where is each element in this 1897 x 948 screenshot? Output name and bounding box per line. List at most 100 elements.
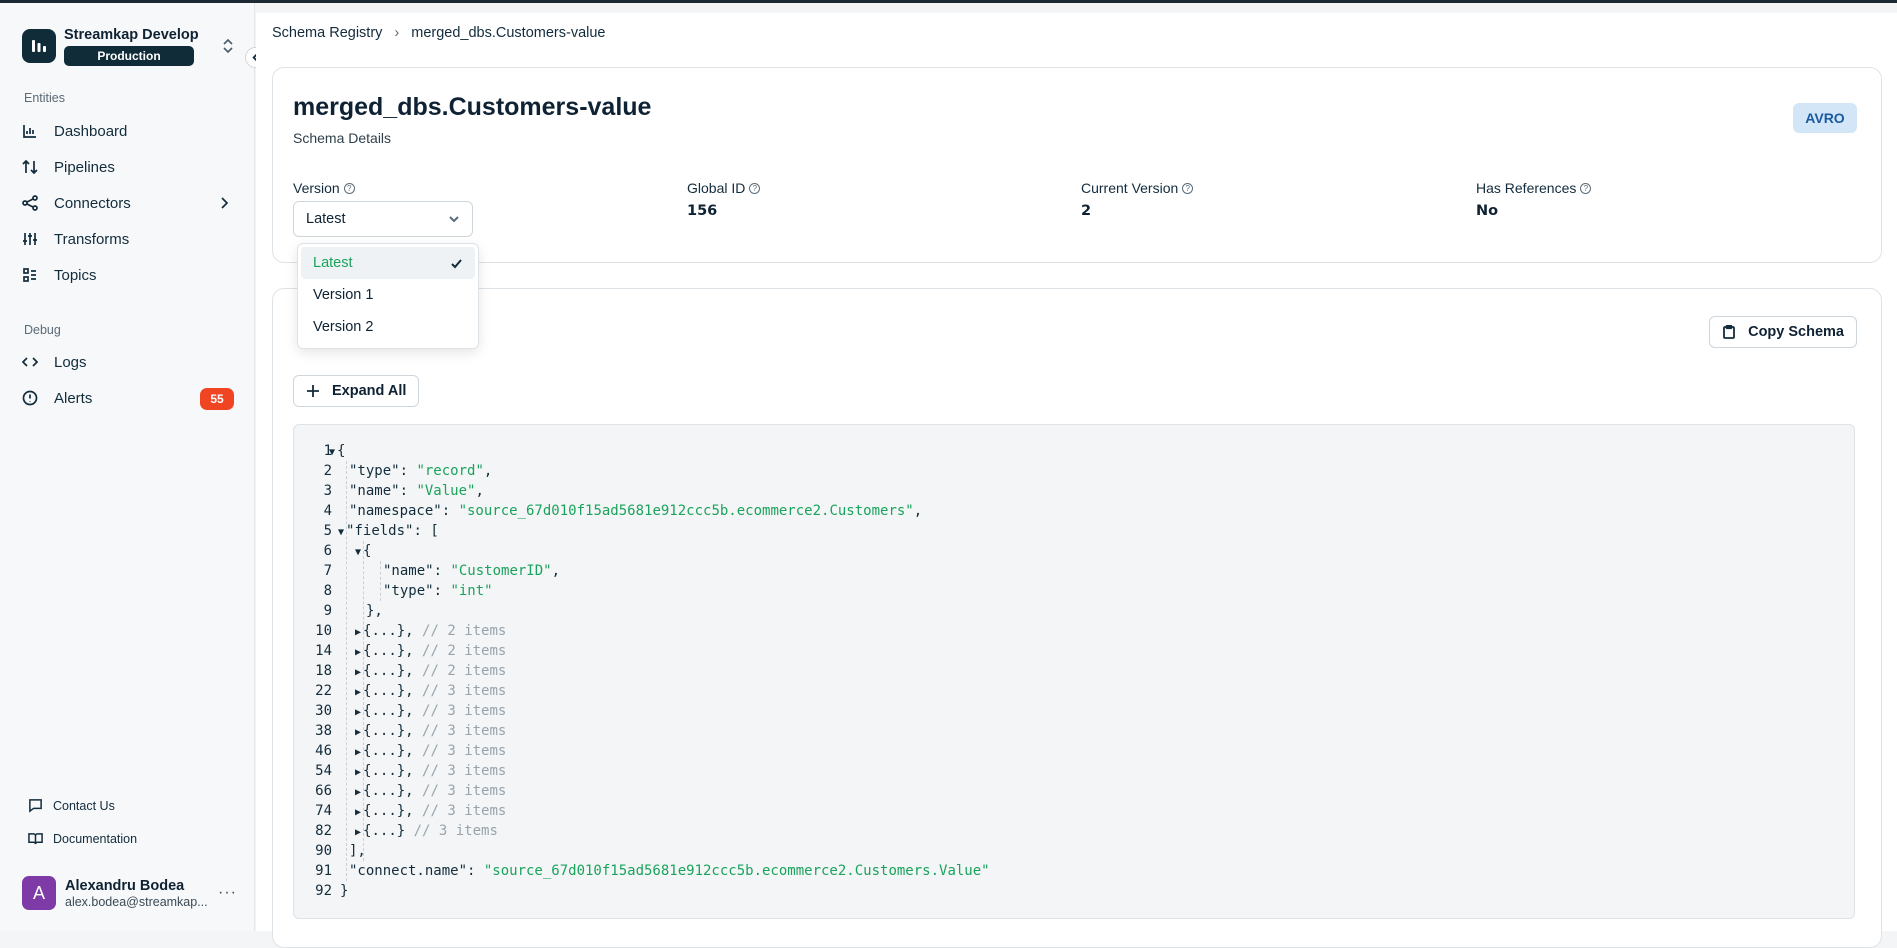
sidebar-item-dashboard[interactable]: Dashboard (22, 117, 234, 145)
main-content: Schema Registry › merged_dbs.Customers-v… (256, 13, 1897, 948)
code-line: 6 ▼{ (294, 541, 1854, 561)
chevrons-updown-icon[interactable] (221, 38, 237, 54)
collapse-triangle-icon[interactable]: ▼ (329, 447, 335, 458)
sidebar-item-topics[interactable]: Topics (22, 261, 234, 289)
code-token: , (475, 483, 484, 499)
line-number: 38 (315, 723, 332, 739)
expand-triangle-icon[interactable]: ▶ (355, 827, 361, 838)
clipboard-icon (1723, 325, 1735, 339)
environment-badge: Production (64, 45, 194, 66)
help-icon[interactable]: ? (1182, 182, 1194, 194)
line-number: 1 (323, 443, 332, 459)
sidebar-item-label: Connectors (54, 194, 131, 212)
sidebar-item-pipelines[interactable]: Pipelines (22, 153, 234, 181)
code-token: , (551, 563, 561, 579)
expand-all-button[interactable]: Expand All (293, 375, 420, 407)
expand-triangle-icon[interactable]: ▶ (355, 647, 361, 658)
code-icon (22, 357, 38, 367)
more-horizontal-icon[interactable]: ··· (218, 884, 237, 902)
version-option-latest[interactable]: Latest (301, 247, 475, 279)
expand-triangle-icon[interactable]: ▶ (355, 787, 361, 798)
global-id-label: Global ID? (687, 180, 761, 196)
collapse-triangle-icon[interactable]: ▼ (338, 527, 344, 538)
code-line: 8 "type": "int" (294, 581, 1854, 601)
code-line: 10 ▶ {...}, // 2 items (294, 621, 1854, 641)
code-token: { (337, 443, 346, 459)
code-comment: // 3 items (422, 763, 507, 779)
code-token: "connect.name": (349, 863, 484, 879)
user-name: Alexandru Bodea (65, 877, 185, 894)
expand-triangle-icon[interactable]: ▶ (355, 707, 361, 718)
expand-triangle-icon[interactable]: ▶ (355, 807, 361, 818)
code-token: {...}, (363, 743, 423, 759)
help-icon[interactable]: ? (1580, 182, 1592, 194)
plus-icon (307, 385, 319, 397)
schema-body-card: Copy Schema Expand All 1 ▼{2 "type": "reco… (272, 288, 1882, 948)
code-token: "type": (383, 583, 451, 599)
code-token: "namespace": (349, 503, 459, 519)
code-line: 18 ▶ {...}, // 2 items (294, 661, 1854, 681)
code-token: {...}, (363, 763, 423, 779)
org-switcher[interactable]: Streamkap Develop Production (22, 25, 237, 67)
code-token: }, (366, 603, 383, 619)
message-icon (29, 799, 42, 813)
code-token: "type": (349, 463, 417, 479)
line-number: 74 (315, 803, 332, 819)
code-line: 1 ▼{ (294, 441, 1854, 461)
sidebar-item-transforms[interactable]: Transforms (22, 225, 234, 253)
documentation-label: Documentation (53, 831, 138, 846)
line-number: 14 (315, 643, 332, 659)
collapse-triangle-icon[interactable]: ▼ (355, 547, 361, 558)
sliders-icon (23, 233, 37, 245)
code-line: 2 "type": "record", (294, 461, 1854, 481)
page-subtitle: Schema Details (293, 130, 392, 146)
expand-triangle-icon[interactable]: ▶ (355, 747, 361, 758)
code-token: {...}, (363, 783, 423, 799)
sidebar-item-logs[interactable]: Logs (22, 348, 234, 376)
code-token: {...}, (363, 723, 423, 739)
code-comment: // 2 items (422, 643, 507, 659)
sidebar-item-connectors[interactable]: Connectors (22, 189, 234, 217)
code-line: 91 "connect.name": "source_67d010f15ad568… (294, 861, 1854, 881)
sidebar-item-alerts[interactable]: Alerts 55 (22, 384, 234, 412)
code-string: "source_67d010f15ad5681e912ccc5b.ecommer… (458, 503, 914, 519)
code-token: {...}, (363, 643, 423, 659)
code-comment: // 3 items (422, 683, 507, 699)
version-label: Version? (293, 180, 355, 196)
global-id-value: 156 (687, 203, 718, 219)
breadcrumb-root[interactable]: Schema Registry (272, 25, 382, 41)
check-icon (451, 258, 462, 268)
help-icon[interactable]: ? (749, 182, 761, 194)
copy-schema-label: Copy Schema (1748, 324, 1844, 340)
code-token: "name": (383, 563, 451, 579)
expand-triangle-icon[interactable]: ▶ (355, 627, 361, 638)
code-comment: // 2 items (422, 663, 507, 679)
schema-code-viewer[interactable]: 1 ▼{2 "type": "record", 3 "name": "Value", 4 "… (293, 424, 1855, 919)
code-string: "source_67d010f15ad5681e912ccc5b.ecommer… (483, 863, 990, 879)
expand-triangle-icon[interactable]: ▶ (355, 727, 361, 738)
version-option-1[interactable]: Version 1 (301, 279, 475, 311)
indent-guide (363, 541, 364, 861)
line-number: 3 (323, 483, 332, 499)
help-icon[interactable]: ? (343, 182, 355, 194)
expand-triangle-icon[interactable]: ▶ (355, 767, 361, 778)
version-select[interactable]: Latest (293, 201, 473, 237)
book-icon (28, 833, 43, 845)
code-comment: // 3 items (422, 803, 507, 819)
sidebar-item-label: Dashboard (54, 122, 128, 140)
expand-triangle-icon[interactable]: ▶ (355, 687, 361, 698)
documentation-link[interactable]: Documentation (28, 831, 137, 846)
version-option-2[interactable]: Version 2 (301, 311, 475, 343)
user-menu[interactable]: A Alexandru Bodea alex.bodea@streamkap..… (22, 875, 237, 911)
contact-us-link[interactable]: Contact Us (28, 798, 115, 813)
line-number: 4 (323, 503, 332, 519)
expand-all-label: Expand All (332, 383, 407, 399)
code-comment: // 3 items (422, 783, 507, 799)
code-token: "fields": [ (346, 523, 439, 539)
copy-schema-button[interactable]: Copy Schema (1709, 316, 1857, 348)
sidebar: Streamkap Develop Production Entities Da… (0, 3, 255, 931)
expand-triangle-icon[interactable]: ▶ (355, 667, 361, 678)
version-dropdown-menu: Latest Version 1 Version 2 (297, 243, 479, 349)
chevron-down-icon (449, 216, 459, 223)
user-email: alex.bodea@streamkap... (65, 894, 208, 909)
